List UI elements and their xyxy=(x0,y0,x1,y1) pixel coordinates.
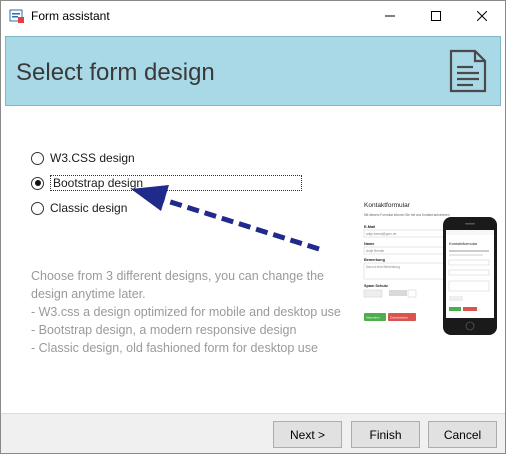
minimize-button[interactable] xyxy=(367,1,413,31)
finish-button[interactable]: Finish xyxy=(351,421,420,448)
document-icon xyxy=(449,49,487,93)
radio-classic[interactable] xyxy=(31,201,44,215)
option-w3css[interactable]: W3.CSS design xyxy=(31,149,135,167)
preview-intro: Mit diesem Formular können Sie mit uns K… xyxy=(364,213,450,217)
description-line: Choose from 3 different designs, you can… xyxy=(31,269,325,301)
preview-remark-value: Das ist eine Bemerkung xyxy=(366,265,400,269)
option-bootstrap-label: Bootstrap design xyxy=(50,175,302,191)
maximize-button[interactable] xyxy=(413,1,459,31)
close-button[interactable] xyxy=(459,1,505,31)
close-icon xyxy=(477,11,487,21)
design-description: Choose from 3 different designs, you can… xyxy=(31,267,341,357)
window-title: Form assistant xyxy=(31,9,110,23)
footer: Next > Finish Cancel xyxy=(1,413,505,453)
header-banner: Select form design xyxy=(5,36,501,106)
maximize-icon xyxy=(431,11,441,21)
preview-reset-label: Zurücksetzen xyxy=(390,316,408,320)
radio-w3css[interactable] xyxy=(31,151,44,165)
preview-form-title: Kontaktformular xyxy=(364,202,411,209)
minimize-icon xyxy=(385,15,395,17)
description-line: - W3.css a design optimized for mobile a… xyxy=(31,305,341,319)
option-classic-label: Classic design xyxy=(50,201,128,215)
preview-submit-label: Absenden xyxy=(366,316,380,320)
preview-field-label: E-Mail xyxy=(364,225,375,229)
preview-email-value: antje.bemat@gmx.de xyxy=(366,232,397,236)
description-line: - Classic design, old fashioned form for… xyxy=(31,341,318,355)
page-title: Select form design xyxy=(16,59,215,86)
preview-field-label: Name xyxy=(364,242,374,246)
preview-image: Kontaktformular Mit diesem Formular könn… xyxy=(363,202,497,335)
preview-name-value: Antje Bender xyxy=(366,249,385,253)
form-assistant-window: Form assistant Select form design W3.CSS… xyxy=(0,0,506,454)
option-w3css-label: W3.CSS design xyxy=(50,151,135,165)
next-button[interactable]: Next > xyxy=(273,421,342,448)
option-classic[interactable]: Classic design xyxy=(31,199,127,217)
option-bootstrap[interactable]: Bootstrap design xyxy=(31,174,302,192)
cancel-button[interactable]: Cancel xyxy=(428,421,497,448)
preview-spam-label: Spam Schutz xyxy=(364,284,388,288)
title-bar: Form assistant xyxy=(1,1,505,31)
app-form-icon xyxy=(9,9,24,23)
preview-phone-title: Kontaktformular xyxy=(449,241,478,246)
radio-bootstrap[interactable] xyxy=(31,176,44,190)
description-line: - Bootstrap design, a modern responsive … xyxy=(31,323,297,337)
preview-field-label: Bemerkung xyxy=(364,258,386,262)
design-preview: Kontaktformular Mit diesem Formular könn… xyxy=(361,197,501,337)
